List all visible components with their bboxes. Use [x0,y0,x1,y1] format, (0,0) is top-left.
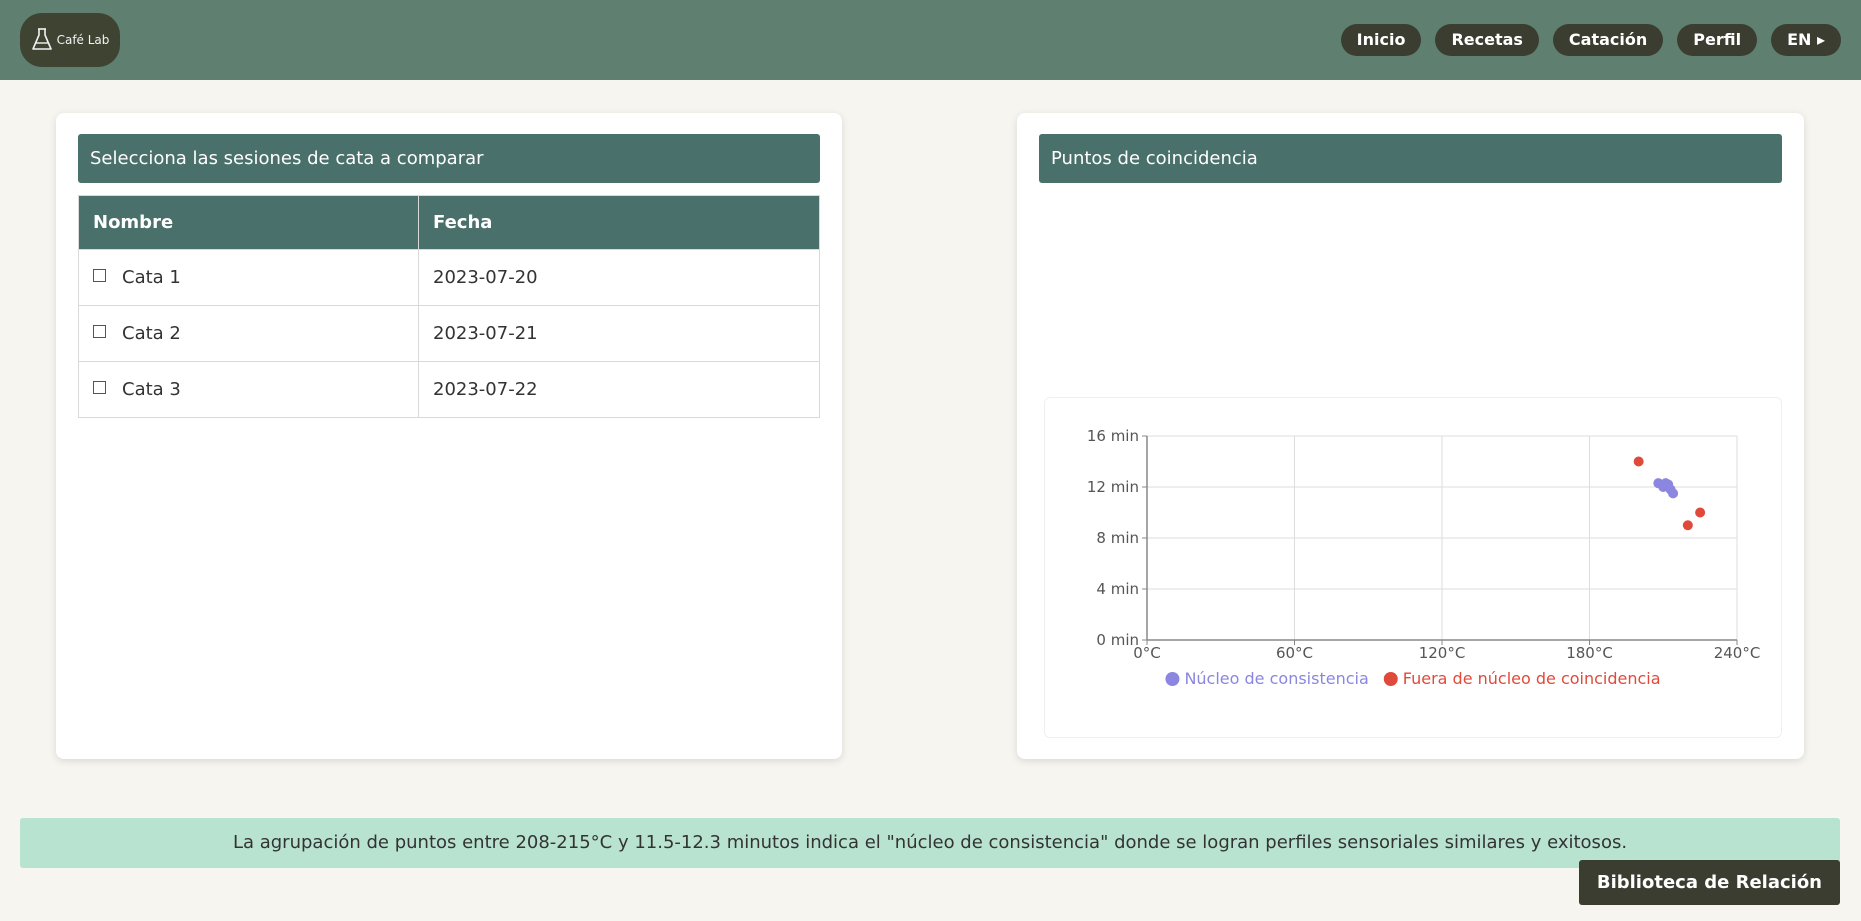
language-selector[interactable]: EN ▸ [1771,24,1841,56]
x-tick-label: 180°C [1566,644,1613,662]
sessions-table: Nombre Fecha Cata 1 2023-07-20 Cata 2 20… [78,195,820,418]
legend-marker [1383,672,1398,686]
session-date: 2023-07-21 [418,305,820,362]
y-tick-label: 8 min [1096,529,1139,547]
scatter-chart: 0°C 60°C 120°C 180°C 240°C0 min4 min8 min12 … [1087,427,1761,688]
legend-label: Núcleo de consistencia [1184,669,1368,688]
y-tick-label: 12 min [1087,478,1139,496]
session-checkbox[interactable] [93,380,106,394]
chart-card: Puntos de coincidencia 0°C 60°C 120°C 180°C… [1017,113,1804,759]
x-tick-label: 120°C [1419,644,1466,662]
session-name-cell: Cata 3 [78,361,419,418]
session-name-cell: Cata 1 [78,249,419,306]
session-date: 2023-07-20 [418,249,820,306]
relationship-library-button[interactable]: Biblioteca de Relación [1578,860,1840,905]
top-navigation-bar: Café Lab Inicio Recetas Catación Perfil … [0,0,1861,80]
brand-logo[interactable]: Café Lab [20,13,120,67]
coffee-dripper-icon [31,27,53,53]
nav-catacion[interactable]: Catación [1552,24,1664,56]
session-name: Cata 2 [122,323,181,344]
scatter-chart-container: 0°C 60°C 120°C 180°C 240°C 0 min 4 min 8 min 12 … [1044,397,1782,738]
x-tick-label: 60°C [1276,644,1313,662]
session-name: Cata 3 [122,379,181,400]
nav-recetas[interactable]: Recetas [1435,24,1539,56]
x-tick-label: 240°C [1714,644,1761,662]
session-name: Cata 1 [122,267,181,288]
info-banner: La agrupación de puntos entre 208-215°C … [20,818,1840,868]
brand-name: Café Lab [56,33,110,47]
column-header-nombre: Nombre [78,195,419,250]
session-name-cell: Cata 2 [78,305,419,362]
table-row: Cata 3 2023-07-22 [78,361,820,418]
column-header-fecha: Fecha [418,195,820,250]
y-tick-label: 0 min [1096,631,1139,649]
outlier-data-point [1633,456,1644,467]
session-date: 2023-07-22 [418,361,820,418]
core-data-point [1668,488,1679,499]
legend-label: Fuera de núcleo de coincidencia [1403,669,1661,688]
outlier-data-point [1695,507,1706,518]
chart-card-title: Puntos de coincidencia [1039,134,1782,183]
sessions-card: Selecciona las sesiones de cata a compar… [56,113,842,759]
chart-legend: Núcleo de consistencia Fuera de núcleo de… [1165,669,1661,688]
legend-marker [1165,672,1180,686]
sessions-card-title: Selecciona las sesiones de cata a compar… [78,134,820,183]
y-tick-label: 16 min [1087,427,1139,445]
nav-perfil[interactable]: Perfil [1677,24,1758,56]
session-checkbox[interactable] [93,268,106,282]
session-checkbox[interactable] [93,324,106,338]
outlier-data-point [1682,520,1693,531]
table-row: Cata 1 2023-07-20 [78,249,820,306]
y-tick-label: 4 min [1096,580,1139,598]
table-row: Cata 2 2023-07-21 [78,305,820,362]
nav-inicio[interactable]: Inicio [1340,24,1422,56]
main-nav: Inicio Recetas Catación Perfil EN ▸ [1340,24,1841,56]
